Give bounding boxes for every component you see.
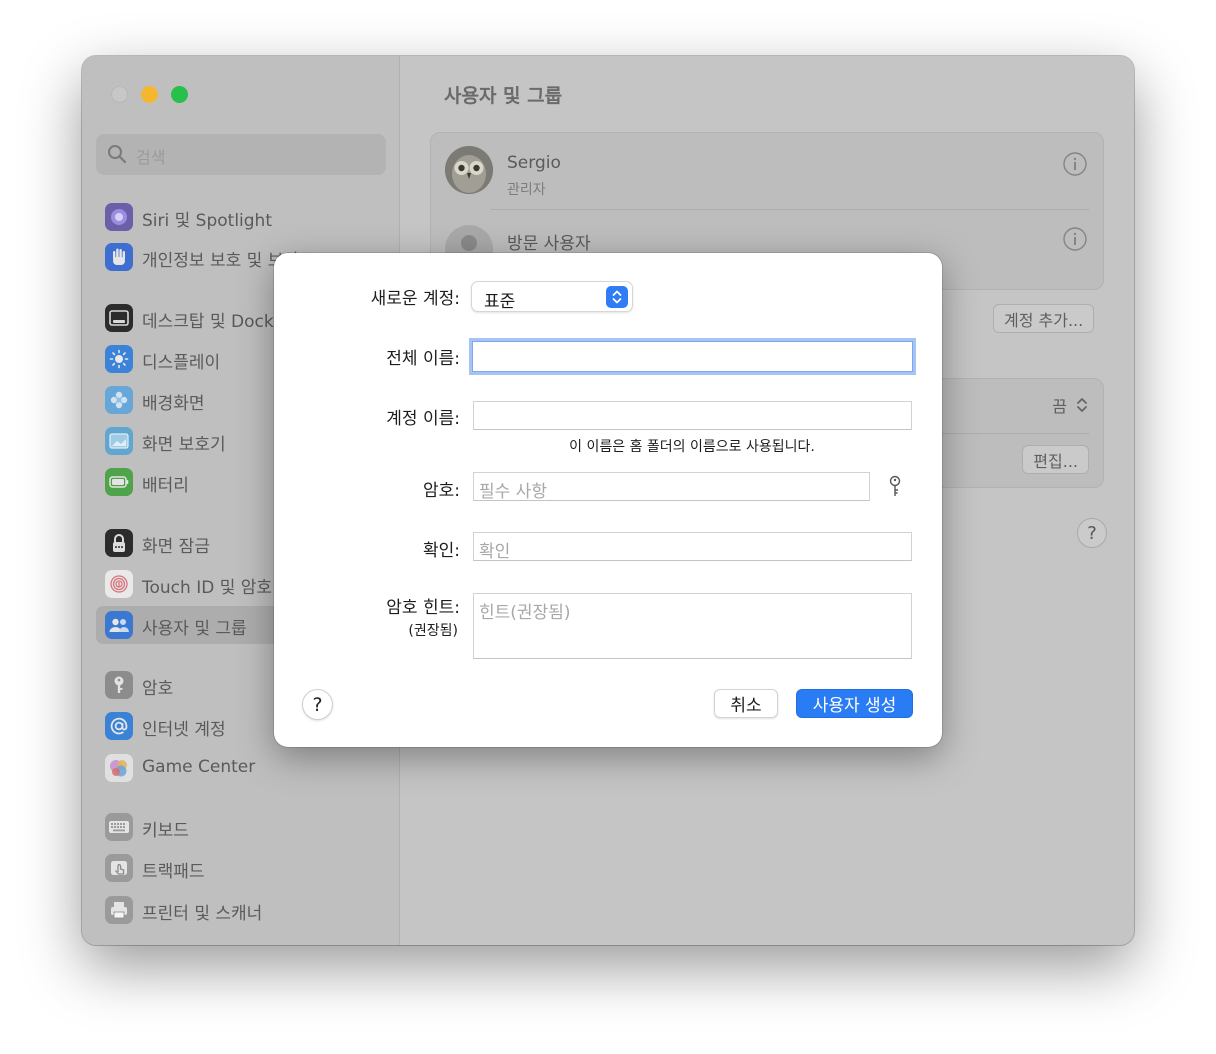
hint-label: 암호 힌트: — [386, 598, 460, 618]
info-icon[interactable] — [1063, 152, 1087, 176]
fingerprint-icon — [105, 570, 133, 598]
user-name: 방문 사용자 — [507, 234, 591, 254]
sidebar-item-label: Game Center — [142, 757, 256, 777]
create-user-button[interactable]: 사용자 생성 — [796, 689, 913, 718]
full-name-field[interactable] — [472, 341, 913, 372]
hand-icon — [105, 243, 133, 271]
printer-icon — [105, 896, 133, 924]
trackpad-icon — [105, 854, 133, 882]
sidebar-item-label: Touch ID 및 암호 — [142, 578, 273, 598]
cancel-button[interactable]: 취소 — [714, 689, 778, 718]
battery-icon — [105, 468, 133, 496]
screensaver-icon — [105, 427, 133, 455]
user-role: 관리자 — [507, 182, 546, 198]
at-icon — [105, 712, 133, 740]
user-name: Sergio — [507, 153, 561, 173]
account-type-popup[interactable]: 표준 — [471, 281, 633, 312]
keyboard-icon — [105, 813, 133, 841]
sidebar-item-trackpad[interactable]: 트랙패드 — [96, 849, 386, 887]
password-placeholder: 필수 사항 — [479, 482, 547, 502]
minimize-window-button[interactable] — [141, 86, 158, 103]
search-icon — [108, 145, 127, 164]
search-placeholder: 검색 — [136, 148, 166, 167]
full-name-label: 전체 이름: — [386, 349, 460, 369]
sidebar-item-label: 인터넷 계정 — [142, 720, 226, 740]
hint-field[interactable]: 힌트(권장됨) — [473, 593, 912, 659]
row-divider — [491, 209, 1089, 210]
sidebar-item-label: 데스크탑 및 Dock — [142, 312, 274, 332]
page-title: 사용자 및 그룹 — [444, 85, 563, 107]
zoom-window-button[interactable] — [171, 86, 188, 103]
sidebar-item-label: 키보드 — [142, 821, 189, 841]
siri-icon — [105, 203, 133, 231]
flower-icon — [105, 386, 133, 414]
add-account-button[interactable]: 계정 추가... — [993, 304, 1095, 333]
account-type-value: 표준 — [484, 292, 516, 312]
auto-login-value: 끔 — [1052, 397, 1067, 416]
sidebar-item-label: 화면 보호기 — [142, 435, 226, 455]
sidebar-item-label: 프린터 및 스캐너 — [142, 904, 263, 924]
chevron-up-down-icon — [1077, 398, 1087, 412]
account-type-label: 새로운 계정: — [370, 289, 460, 309]
account-name-label: 계정 이름: — [386, 409, 460, 429]
info-icon[interactable] — [1063, 227, 1087, 251]
sun-icon — [105, 345, 133, 373]
avatar[interactable] — [445, 146, 493, 194]
sidebar-item-label: Siri 및 Spotlight — [142, 211, 272, 231]
account-name-caption: 이 이름은 홈 폴더의 이름으로 사용됩니다. — [569, 439, 815, 455]
sidebar-item-label: 사용자 및 그룹 — [142, 619, 247, 639]
edit-button[interactable]: 편집... — [1022, 445, 1089, 474]
sidebar-item-label: 화면 잠금 — [142, 537, 210, 557]
hint-placeholder: 힌트(권장됨) — [479, 603, 571, 623]
new-user-dialog: 새로운 계정: 표준 전체 이름: 계정 이름: 이 이름은 홈 폴더의 이름으… — [274, 253, 942, 747]
sidebar-item-label: 배터리 — [142, 476, 189, 496]
account-name-field[interactable] — [473, 401, 912, 430]
sidebar-item-keyboard[interactable]: 키보드 — [96, 808, 386, 846]
auto-login-popup[interactable]: 끔 — [1052, 393, 1089, 417]
chevron-up-down-icon — [606, 286, 628, 308]
lock-icon — [105, 529, 133, 557]
sidebar-item-game-center[interactable]: Game Center — [96, 749, 386, 787]
dock-icon — [105, 304, 133, 332]
close-window-button[interactable] — [111, 86, 128, 103]
verify-label: 확인: — [422, 541, 460, 561]
help-button[interactable]: ? — [1077, 518, 1107, 548]
key-icon[interactable] — [886, 475, 904, 499]
sidebar-item-siri[interactable]: Siri 및 Spotlight — [96, 198, 386, 236]
sidebar-item-label: 암호 — [142, 679, 174, 699]
sidebar-item-label: 디스플레이 — [142, 353, 221, 373]
sidebar-item-label: 배경화면 — [142, 394, 205, 414]
search-field[interactable]: 검색 — [96, 134, 386, 175]
users-icon — [105, 611, 133, 639]
sidebar-item-label: 트랙패드 — [142, 862, 205, 882]
hint-sublabel: (권장됨) — [408, 623, 458, 639]
password-field[interactable]: 필수 사항 — [473, 472, 870, 502]
game-center-icon — [105, 754, 133, 782]
verify-field[interactable]: 확인 — [473, 532, 912, 562]
password-label: 암호: — [422, 481, 460, 501]
sidebar-item-printers[interactable]: 프린터 및 스캐너 — [96, 891, 386, 929]
verify-placeholder: 확인 — [479, 542, 511, 562]
key-icon — [105, 671, 133, 699]
help-button[interactable]: ? — [302, 689, 333, 720]
